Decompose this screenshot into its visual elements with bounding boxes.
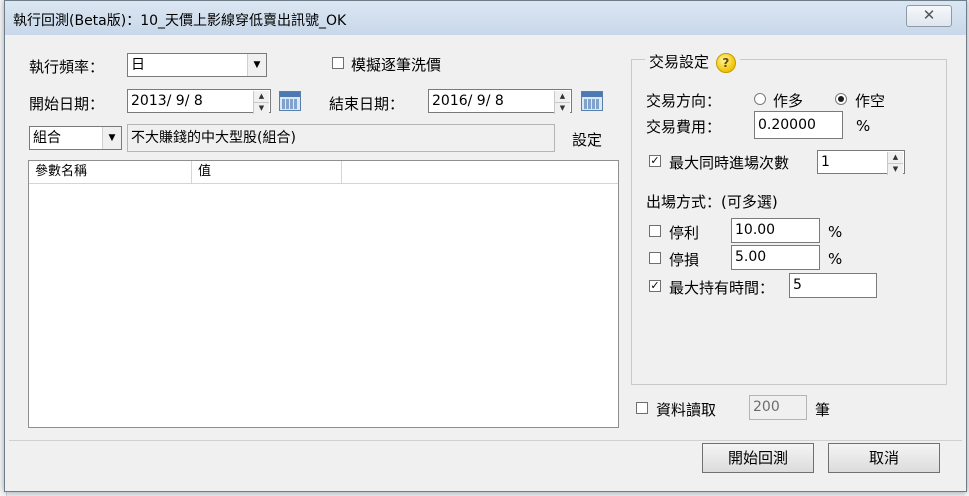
max-hold-value: 5 bbox=[793, 277, 802, 293]
scope-select[interactable]: 組合 ▼ bbox=[29, 126, 122, 150]
stop-loss-input[interactable]: 5.00 bbox=[731, 245, 820, 270]
spin-up-icon[interactable]: ▲ bbox=[888, 152, 903, 163]
stop-loss-checkbox[interactable] bbox=[649, 252, 661, 264]
frequency-select[interactable]: 日 ▼ bbox=[127, 53, 267, 77]
start-date-value: 2013/ 9/ 8 bbox=[131, 93, 203, 109]
data-read-checkbox[interactable] bbox=[636, 402, 648, 414]
take-profit-checkbox[interactable] bbox=[649, 225, 661, 237]
direction-long-label: 作多 bbox=[773, 92, 804, 110]
take-profit-input[interactable]: 10.00 bbox=[731, 218, 820, 243]
spin-up-icon[interactable]: ▲ bbox=[254, 91, 269, 102]
max-entries-value: 1 bbox=[821, 154, 830, 170]
end-date-input[interactable]: 2016/ 9/ 8 ▲ ▼ bbox=[428, 89, 572, 114]
scope-value: 組合 bbox=[33, 130, 61, 146]
stop-loss-value: 5.00 bbox=[735, 249, 767, 265]
chevron-down-icon: ▼ bbox=[247, 54, 266, 76]
take-profit-unit: % bbox=[828, 223, 843, 241]
data-read-label: 資料讀取 bbox=[656, 401, 717, 419]
end-date-calendar-icon[interactable] bbox=[581, 91, 603, 111]
footer-separator bbox=[9, 440, 962, 441]
cancel-button[interactable]: 取消 bbox=[828, 443, 940, 473]
direction-short-radio[interactable] bbox=[835, 93, 847, 105]
direction-long-radio[interactable] bbox=[754, 93, 766, 105]
fee-unit: % bbox=[856, 117, 871, 135]
stop-loss-label: 停損 bbox=[669, 251, 700, 269]
spin-down-icon[interactable]: ▼ bbox=[555, 102, 570, 114]
direction-short-label: 作空 bbox=[855, 92, 886, 110]
data-read-value: 200 bbox=[753, 399, 780, 415]
scope-description-text: 不大賺錢的中大型股(組合) bbox=[131, 130, 296, 146]
direction-label: 交易方向： bbox=[646, 92, 722, 110]
start-date-label: 開始日期： bbox=[29, 95, 105, 113]
title-bar[interactable]: 執行回測(Beta版)：10_天價上影線穿低賣出訊號_OK ✕ bbox=[5, 1, 966, 35]
column-header-value[interactable]: 值 bbox=[192, 161, 342, 183]
grid-header: 參數名稱 值 bbox=[29, 161, 618, 184]
data-read-input[interactable]: 200 bbox=[749, 395, 807, 420]
fee-value: 0.20000 bbox=[758, 117, 816, 133]
frequency-value: 日 bbox=[131, 57, 145, 73]
start-date-calendar-icon[interactable] bbox=[279, 91, 301, 111]
parameter-grid[interactable]: 參數名稱 值 bbox=[28, 160, 619, 428]
start-backtest-button[interactable]: 開始回測 bbox=[702, 443, 814, 473]
backtest-dialog: 執行回測(Beta版)：10_天價上影線穿低賣出訊號_OK ✕ 執行頻率： 日 … bbox=[4, 0, 967, 492]
dialog-body: 執行頻率： 日 ▼ 模擬逐筆洗價 開始日期： 2013/ 9/ 8 ▲ ▼ 結束… bbox=[9, 35, 962, 487]
chevron-down-icon: ▼ bbox=[102, 127, 121, 149]
max-entries-input[interactable]: 1 ▲ ▼ bbox=[817, 150, 905, 175]
simulate-tick-checkbox[interactable] bbox=[332, 57, 344, 69]
column-header-param-name[interactable]: 參數名稱 bbox=[29, 161, 192, 183]
frequency-label: 執行頻率： bbox=[29, 58, 105, 76]
take-profit-value: 10.00 bbox=[735, 222, 776, 238]
trade-settings-title-text: 交易設定 bbox=[649, 53, 710, 71]
start-date-spinner[interactable]: ▲ ▼ bbox=[253, 91, 269, 114]
close-icon: ✕ bbox=[922, 6, 936, 24]
max-entries-spinner[interactable]: ▲ ▼ bbox=[887, 152, 903, 175]
spin-down-icon[interactable]: ▼ bbox=[888, 163, 903, 175]
scope-description: 不大賺錢的中大型股(組合) bbox=[127, 124, 555, 152]
fee-label: 交易費用： bbox=[646, 118, 722, 136]
start-date-input[interactable]: 2013/ 9/ 8 ▲ ▼ bbox=[127, 89, 271, 114]
max-hold-label: 最大持有時間： bbox=[669, 279, 775, 297]
close-button[interactable]: ✕ bbox=[906, 5, 952, 27]
trade-settings-title: 交易設定 ? bbox=[645, 51, 740, 73]
settings-link[interactable]: 設定 bbox=[572, 129, 602, 150]
stop-loss-unit: % bbox=[828, 250, 843, 268]
simulate-tick-label: 模擬逐筆洗價 bbox=[351, 56, 442, 74]
end-date-spinner[interactable]: ▲ ▼ bbox=[554, 91, 570, 114]
take-profit-label: 停利 bbox=[669, 224, 700, 242]
spin-up-icon[interactable]: ▲ bbox=[555, 91, 570, 102]
max-hold-input[interactable]: 5 bbox=[789, 273, 877, 298]
max-hold-checkbox[interactable]: ✓ bbox=[649, 280, 661, 292]
data-read-unit: 筆 bbox=[815, 401, 831, 419]
help-icon[interactable]: ? bbox=[715, 52, 736, 73]
window-title: 執行回測(Beta版)：10_天價上影線穿低賣出訊號_OK bbox=[13, 13, 347, 29]
fee-input[interactable]: 0.20000 bbox=[754, 111, 843, 139]
max-entries-label: 最大同時進場次數 bbox=[669, 154, 790, 172]
exit-method-label: 出場方式：(可多選) bbox=[646, 193, 778, 211]
spin-down-icon[interactable]: ▼ bbox=[254, 102, 269, 114]
end-date-value: 2016/ 9/ 8 bbox=[432, 93, 504, 109]
end-date-label: 結束日期： bbox=[329, 95, 405, 113]
max-entries-checkbox[interactable]: ✓ bbox=[649, 155, 661, 167]
